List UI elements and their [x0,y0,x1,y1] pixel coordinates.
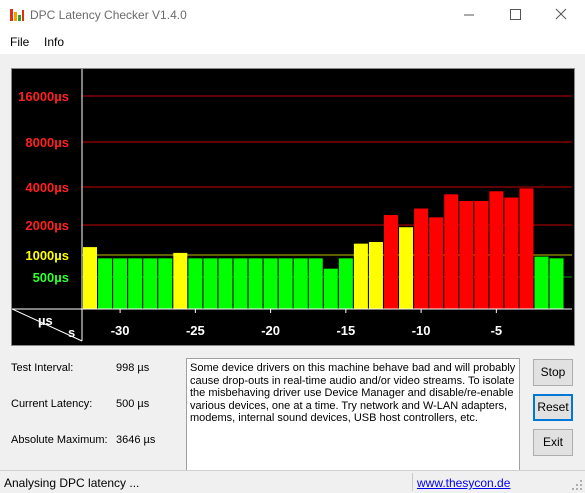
y-axis-label: 8000µs [25,135,69,150]
latency-chart-svg: 16000µs 8000µs 4000µs 2000µs 1000µs 500µs µss -… [12,69,572,342]
menu-info[interactable]: Info [44,35,64,49]
latency-bar-secondary [293,268,308,309]
test-interval-value: 998 µs [116,362,150,374]
y-axis-label: 4000µs [25,180,69,195]
latency-bar [263,258,278,309]
minimize-button[interactable] [446,0,492,30]
latency-bar [83,247,97,309]
latency-bar [248,258,263,309]
close-button[interactable] [538,0,584,30]
menu-file[interactable]: File [10,35,29,49]
maximize-icon [510,9,521,20]
latency-bar [323,268,338,309]
latency-bar [98,258,113,309]
reset-button[interactable]: Reset [533,394,573,421]
latency-bar [308,258,323,309]
stop-button[interactable]: Stop [533,359,573,386]
menu-bar: File Info [0,30,585,54]
latency-bar [368,242,383,309]
y-axis-label: 1000µs [25,248,69,263]
latency-bar [128,258,143,309]
status-divider [412,473,413,491]
status-bar: Analysing DPC latency ... www.thesycon.d… [0,470,585,493]
resize-grip-icon[interactable] [571,479,583,491]
app-icon [10,9,24,21]
maximize-button[interactable] [492,0,538,30]
latency-bar [429,217,444,309]
x-tick-label: -20 [261,323,280,338]
exit-button[interactable]: Exit [533,429,573,456]
status-text: Analysing DPC latency ... [4,476,140,490]
y-axis-label: 500µs [33,270,69,285]
latency-bar [218,258,233,309]
y-axis-label: 2000µs [25,218,69,233]
latency-bar [504,197,519,309]
latency-bar [459,200,474,309]
latency-bar [158,258,173,309]
test-interval-label: Test Interval: [11,362,74,374]
latency-bar [384,215,398,309]
minimize-icon [464,14,474,16]
x-unit-label: s [68,325,75,340]
latency-bar [414,208,429,309]
y-unit-label: µs [38,313,53,328]
absolute-maximum-value: 3646 µs [116,434,156,446]
latency-bar [188,258,203,309]
x-tick-label: -10 [412,323,431,338]
latency-bar [338,258,353,309]
current-latency-label: Current Latency: [11,398,93,410]
latency-bar [353,243,368,309]
latency-bar [519,188,534,309]
latency-bar [233,258,248,309]
absolute-maximum-label: Absolute Maximum: [11,434,108,446]
latency-bar [549,258,564,309]
latency-bar [173,252,188,309]
latency-bar [399,227,414,309]
x-tick-label: -30 [111,323,130,338]
window-title: DPC Latency Checker V1.4.0 [30,8,187,22]
latency-bar-secondary [534,293,549,309]
x-tick-label: -25 [186,323,205,338]
x-tick-label: -15 [336,323,355,338]
latency-graph: 16000µs 8000µs 4000µs 2000µs 1000µs 500µs µs s -… [11,68,575,346]
status-message: Some device drivers on this machine beha… [186,358,520,472]
close-icon [555,8,567,20]
latency-bar [489,191,504,309]
latency-bar [143,258,158,309]
latency-bar [203,258,218,309]
website-link[interactable]: www.thesycon.de [417,476,510,490]
latency-bar [113,258,128,309]
x-tick-label: -5 [491,323,503,338]
latency-bar [278,258,293,309]
latency-bar [474,200,489,309]
y-axis-label: 16000µs [18,89,69,104]
latency-bar [444,194,459,309]
title-bar: DPC Latency Checker V1.4.0 [0,0,585,30]
current-latency-value: 500 µs [116,398,150,410]
